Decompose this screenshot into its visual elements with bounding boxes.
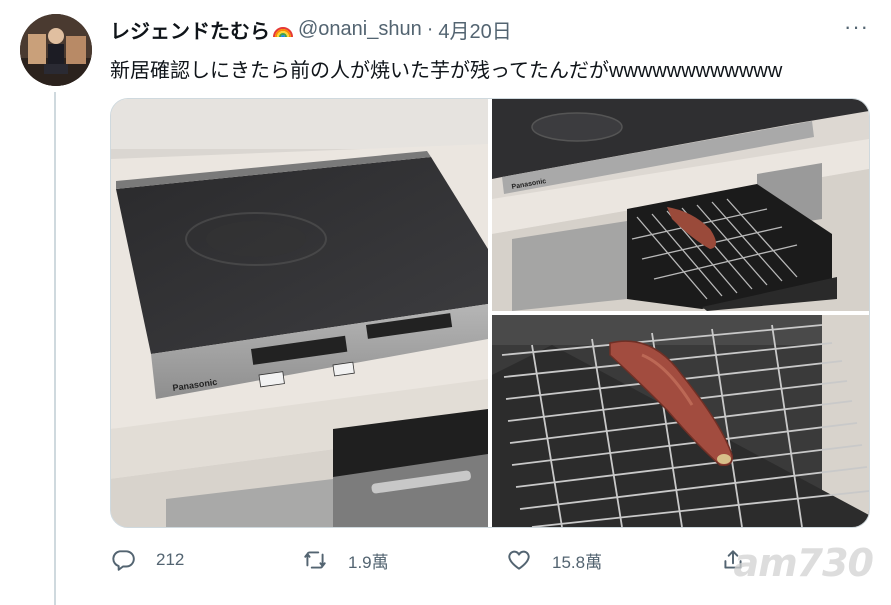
like-count: 15.8萬 bbox=[552, 552, 603, 572]
thread-connector-line bbox=[54, 92, 56, 605]
retweet-count: 1.9萬 bbox=[348, 552, 389, 572]
separator-dot: · bbox=[426, 17, 434, 40]
rainbow-flag-icon bbox=[272, 21, 294, 38]
avatar-photo bbox=[20, 14, 92, 86]
action-bar: 212 1.9萬 15.8萬 bbox=[110, 538, 750, 582]
tweet-text: 新居確認しにきたら前の人が焼いた芋が残ってたんだがwwwwwwwwwwww bbox=[110, 60, 783, 82]
photo-stove-top[interactable]: Panasonic bbox=[111, 99, 488, 527]
media-grid: Panasonic Panasonic bbox=[110, 98, 870, 528]
retweet-button[interactable]: 1.9萬 bbox=[302, 538, 389, 582]
more-options-icon[interactable]: ··· bbox=[844, 14, 869, 40]
reply-button[interactable]: 212 bbox=[110, 538, 184, 582]
reply-icon bbox=[112, 550, 135, 571]
display-name[interactable]: レジェンドたむら bbox=[110, 15, 270, 44]
retweet-icon bbox=[304, 551, 326, 569]
heart-icon bbox=[508, 550, 530, 570]
user-handle[interactable]: @onani_shun bbox=[298, 18, 422, 41]
photo-grill-drawer[interactable]: Panasonic bbox=[492, 99, 869, 311]
avatar[interactable] bbox=[20, 14, 92, 86]
reply-count: 212 bbox=[156, 550, 185, 569]
tweet-date[interactable]: 4月20日 bbox=[438, 15, 511, 44]
like-button[interactable]: 15.8萬 bbox=[506, 538, 602, 582]
watermark-logo: am730 bbox=[733, 541, 874, 585]
photo-sweet-potato-closeup[interactable] bbox=[492, 315, 869, 527]
tweet-header: レジェンドたむら @onani_shun · 4月20日 bbox=[110, 14, 512, 44]
